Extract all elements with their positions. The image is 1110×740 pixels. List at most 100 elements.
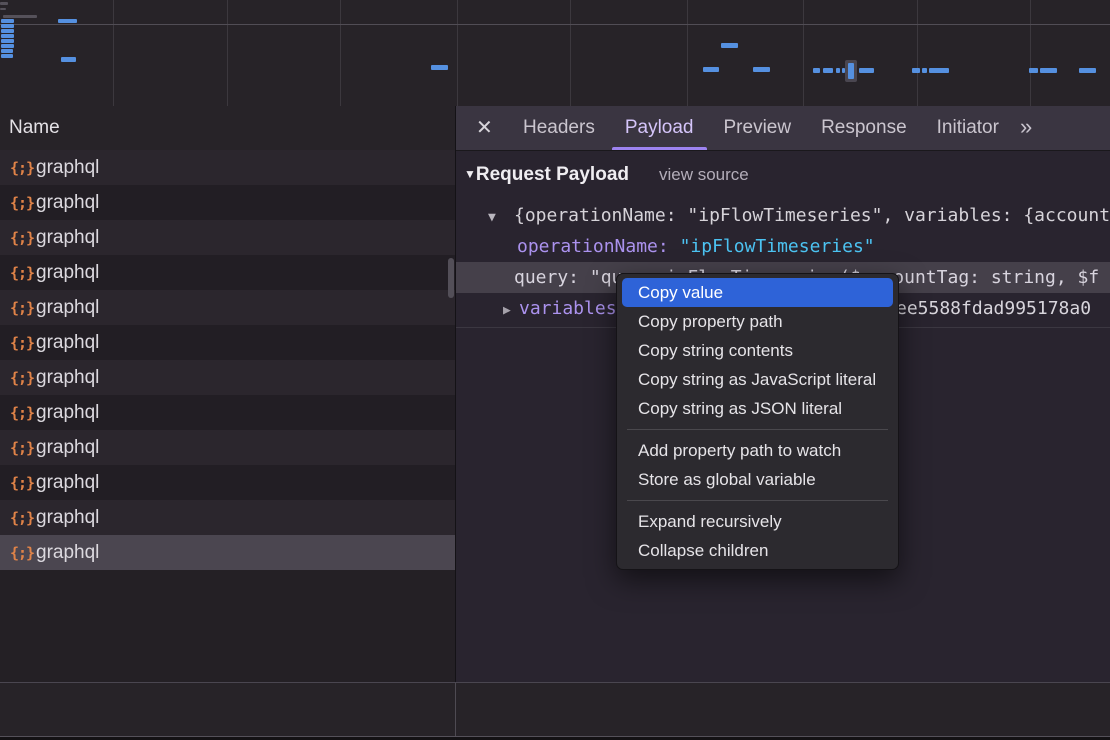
request-name: graphql <box>36 262 99 284</box>
tab-payload[interactable]: Payload <box>610 106 709 150</box>
section-title: Request Payload <box>476 164 629 185</box>
request-timing-bar <box>1 49 13 53</box>
request-timing-bar <box>1 19 14 23</box>
request-name: graphql <box>36 472 99 494</box>
request-timing-bar <box>753 67 770 72</box>
request-timing-bar <box>1079 68 1096 73</box>
context-menu-item[interactable]: Copy string contents <box>617 336 898 365</box>
json-request-icon: {;} <box>10 474 36 492</box>
json-request-icon: {;} <box>10 264 36 282</box>
timeline-gridline <box>113 0 114 106</box>
context-menu-item[interactable]: Expand recursively <box>617 507 898 536</box>
request-timing-bar <box>1029 68 1038 73</box>
request-name: graphql <box>36 157 99 179</box>
request-timing-bar <box>848 63 854 79</box>
request-payload-section-header: ▼Request Payload view source <box>464 164 749 186</box>
section-collapse-icon[interactable]: ▼ <box>464 167 476 181</box>
network-overview-timeline[interactable] <box>0 0 1110 107</box>
property-key: operationName: <box>517 236 680 257</box>
devtools-network-panel: Name {;} graphql {;} graphql {;} graphql… <box>0 0 1110 740</box>
request-timing-bar <box>1040 68 1057 73</box>
payload-root-row[interactable]: ▼{operationName: "ipFlowTimeseries", var… <box>456 200 1110 231</box>
close-icon[interactable]: ✕ <box>476 106 496 150</box>
json-request-icon: {;} <box>10 194 36 212</box>
request-row[interactable]: {;} graphql <box>0 255 455 290</box>
json-request-icon: {;} <box>10 369 36 387</box>
request-timing-bar <box>58 19 77 23</box>
json-request-icon: {;} <box>10 334 36 352</box>
context-menu-item[interactable]: Copy string as JSON literal <box>617 394 898 423</box>
request-name: graphql <box>36 402 99 424</box>
payload-root-preview: {operationName: "ipFlowTimeseries", vari… <box>514 205 1110 226</box>
name-column-label: Name <box>9 117 60 138</box>
timeline-gridline <box>803 0 804 106</box>
request-timing-bar <box>836 68 840 73</box>
timeline-gridline <box>687 0 688 106</box>
footer-panel-divider <box>455 683 456 736</box>
expand-triangle-icon[interactable]: ▼ <box>488 202 514 231</box>
request-row[interactable]: {;} graphql <box>0 150 455 185</box>
request-timing-bar <box>823 68 833 73</box>
timeline-gridline <box>917 0 918 106</box>
property-key: variables <box>519 298 617 319</box>
request-timing-bar <box>721 43 738 48</box>
request-row[interactable]: {;} graphql <box>0 535 455 570</box>
request-row[interactable]: {;} graphql <box>0 465 455 500</box>
context-menu-item[interactable]: Store as global variable <box>617 465 898 494</box>
property-value: "ipFlowTimeseries" <box>680 236 875 257</box>
request-row[interactable]: {;} graphql <box>0 360 455 395</box>
request-row[interactable]: {;} graphql <box>0 185 455 220</box>
view-source-link[interactable]: view source <box>659 165 749 184</box>
operation-name-row[interactable]: operationName: "ipFlowTimeseries" <box>456 231 1110 262</box>
timeline-hline <box>0 24 1110 25</box>
context-menu-item[interactable]: Copy string as JavaScript literal <box>617 365 898 394</box>
tab-preview[interactable]: Preview <box>709 106 807 150</box>
tab-response[interactable]: Response <box>806 106 922 150</box>
variables-value-fragment: ee5588fdad995178a0 <box>896 293 1091 324</box>
request-timing-bar <box>929 68 949 73</box>
requests-list-panel: Name {;} graphql {;} graphql {;} graphql… <box>0 106 455 682</box>
overflow-tabs-icon[interactable]: » <box>1020 106 1032 150</box>
context-menu: Copy valueCopy property pathCopy string … <box>616 273 899 570</box>
request-timing-bar <box>1 29 14 33</box>
request-timing-bar <box>61 57 76 62</box>
json-request-icon: {;} <box>10 159 36 177</box>
request-row[interactable]: {;} graphql <box>0 290 455 325</box>
request-name: graphql <box>36 332 99 354</box>
request-timing-bar <box>1 34 14 38</box>
timeline-gridline <box>570 0 571 106</box>
timeline-gridline <box>340 0 341 106</box>
json-request-icon: {;} <box>10 439 36 457</box>
request-row[interactable]: {;} graphql <box>0 500 455 535</box>
request-timing-bar <box>922 68 927 73</box>
context-menu-item[interactable]: Copy value <box>622 278 893 307</box>
scrollbar-thumb[interactable] <box>448 258 454 298</box>
request-row[interactable]: {;} graphql <box>0 325 455 360</box>
footer-area <box>0 683 1110 736</box>
name-column-header[interactable]: Name <box>0 106 455 151</box>
timeline-gridline <box>227 0 228 106</box>
timing-tick <box>0 2 8 5</box>
context-menu-item[interactable]: Add property path to watch <box>617 436 898 465</box>
context-menu-item[interactable]: Collapse children <box>617 536 898 565</box>
request-timing-bar <box>1 24 14 28</box>
json-request-icon: {;} <box>10 404 36 422</box>
request-name: graphql <box>36 227 99 249</box>
request-rows: {;} graphql {;} graphql {;} graphql {;} … <box>0 150 455 570</box>
tab-headers[interactable]: Headers <box>508 106 610 150</box>
request-row[interactable]: {;} graphql <box>0 430 455 465</box>
collapsed-triangle-icon[interactable]: ▶ <box>503 295 519 324</box>
details-tabbar: ✕ HeadersPayloadPreviewResponseInitiator… <box>456 106 1110 151</box>
request-name: graphql <box>36 192 99 214</box>
request-name: graphql <box>36 437 99 459</box>
json-request-icon: {;} <box>10 509 36 527</box>
tab-initiator[interactable]: Initiator <box>922 106 1014 150</box>
timing-tick <box>0 8 6 10</box>
context-menu-item[interactable]: Copy property path <box>617 307 898 336</box>
json-request-icon: {;} <box>10 544 36 562</box>
request-timing-bar <box>1 39 14 43</box>
request-row[interactable]: {;} graphql <box>0 220 455 255</box>
timeline-gridline <box>457 0 458 106</box>
tabs-container: HeadersPayloadPreviewResponseInitiator <box>508 106 1014 150</box>
request-row[interactable]: {;} graphql <box>0 395 455 430</box>
